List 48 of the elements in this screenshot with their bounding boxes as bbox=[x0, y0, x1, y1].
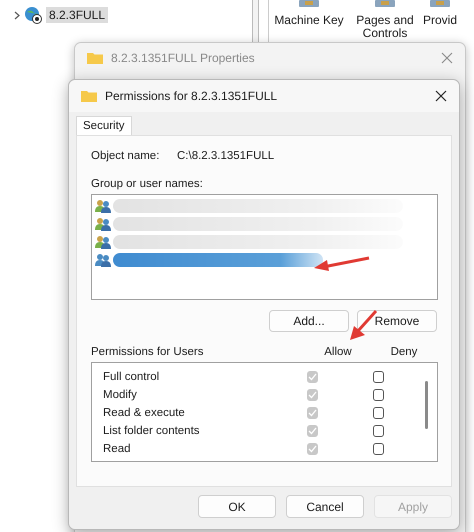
allow-checkbox[interactable] bbox=[306, 425, 318, 437]
window-title: 8.2.3.1351FULL Properties bbox=[111, 51, 255, 65]
permission-name: Modify bbox=[103, 389, 138, 401]
close-icon[interactable] bbox=[435, 90, 447, 102]
permission-name: Full control bbox=[103, 371, 160, 383]
feature-icon[interactable] bbox=[427, 0, 453, 8]
deny-checkbox[interactable] bbox=[372, 407, 384, 419]
deny-checkbox[interactable] bbox=[372, 443, 384, 455]
annotation-arrow bbox=[313, 254, 371, 272]
allow-checkbox[interactable] bbox=[306, 371, 318, 383]
users-icon bbox=[95, 217, 111, 231]
permission-name: Read bbox=[103, 443, 132, 455]
feature-label[interactable]: Machine Key bbox=[274, 14, 344, 27]
deny-checkbox[interactable] bbox=[372, 425, 384, 437]
deny-checkbox[interactable] bbox=[372, 389, 384, 401]
object-name-label: Object name: bbox=[91, 150, 160, 162]
feature-label[interactable]: Pages and Controls bbox=[353, 14, 417, 40]
user-list[interactable] bbox=[91, 194, 438, 300]
list-button[interactable]: Add... bbox=[269, 310, 349, 332]
permission-name: List folder contents bbox=[103, 425, 201, 437]
folder-icon bbox=[87, 52, 103, 64]
security-tab[interactable]: Security bbox=[76, 116, 132, 135]
column-header: Allow bbox=[323, 346, 353, 358]
globe-icon bbox=[24, 6, 42, 24]
dialog-button[interactable]: Cancel bbox=[286, 495, 364, 518]
tree-item[interactable]: 8.2.3FULL bbox=[46, 7, 108, 23]
scrollbar-thumb[interactable] bbox=[425, 381, 428, 429]
redacted-user-name[interactable] bbox=[113, 253, 323, 267]
users-icon bbox=[95, 235, 111, 249]
permission-name: Read & execute bbox=[103, 407, 186, 419]
allow-checkbox[interactable] bbox=[306, 407, 318, 419]
dialog-title: Permissions for 8.2.3.1351FULL bbox=[105, 89, 278, 103]
feature-icon[interactable] bbox=[372, 0, 398, 8]
column-header: Deny bbox=[390, 346, 418, 358]
feature-icon[interactable] bbox=[296, 0, 322, 8]
dialog-button[interactable]: OK bbox=[198, 495, 276, 518]
users-icon bbox=[95, 199, 111, 213]
folder-icon bbox=[81, 90, 97, 102]
allow-checkbox[interactable] bbox=[306, 443, 318, 455]
object-name: C:\8.2.3.1351FULL bbox=[177, 150, 274, 162]
deny-checkbox[interactable] bbox=[372, 371, 384, 383]
group-label: Group or user names: bbox=[91, 178, 204, 190]
allow-checkbox[interactable] bbox=[306, 389, 318, 401]
list-button[interactable]: Remove bbox=[357, 310, 437, 332]
users-icon bbox=[95, 253, 111, 267]
permissions-label: Permissions for Users bbox=[91, 346, 204, 358]
chevron-icon[interactable] bbox=[14, 10, 20, 20]
feature-label[interactable]: Provid bbox=[423, 14, 458, 27]
